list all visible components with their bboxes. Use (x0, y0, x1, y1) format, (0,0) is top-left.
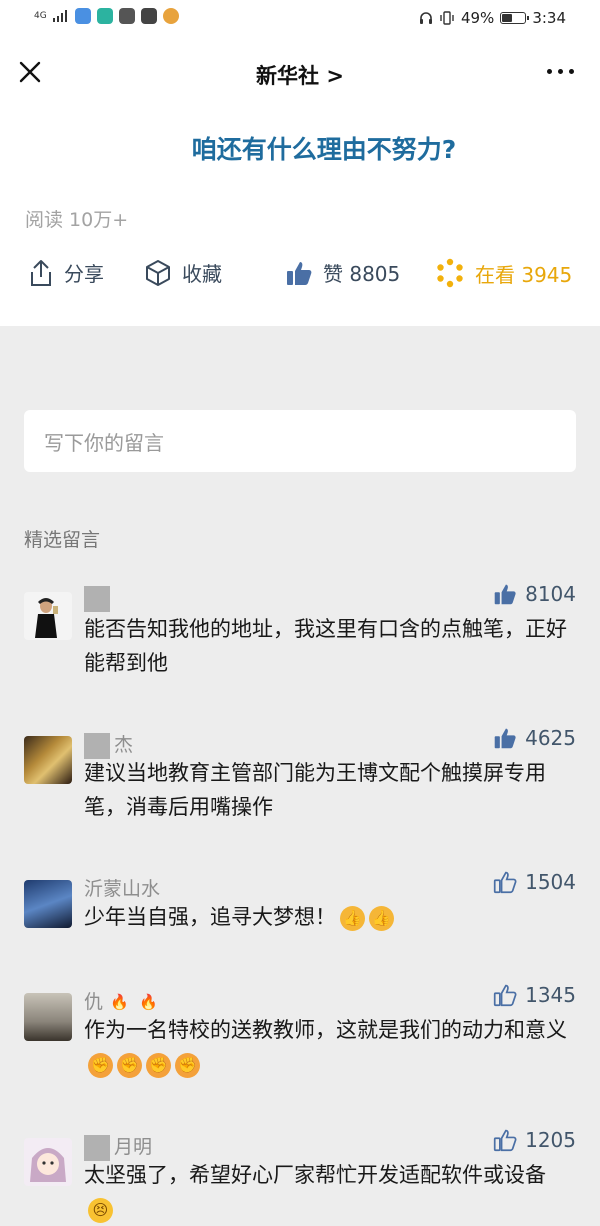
comment-text: 作为一名特校的送教教师，这就是我们的动力和意义✊ ✊ ✊ ✊ (84, 1013, 574, 1081)
status-bar: 4G 49% 3:34 (0, 0, 600, 36)
network-indicator: 4G (34, 10, 47, 21)
comment-like-button[interactable]: 1345 (493, 983, 576, 1007)
avatar[interactable] (24, 736, 72, 784)
avatar[interactable] (24, 1138, 72, 1186)
nav-bar: 新华社 > (0, 36, 600, 108)
commenter-name[interactable]: 月明 (84, 1132, 152, 1161)
thumbs-up-filled-icon (494, 728, 516, 749)
avatar[interactable] (24, 993, 72, 1041)
comment-like-button[interactable]: 1205 (493, 1128, 576, 1152)
collect-label: 收藏 (182, 262, 222, 286)
thumbs-up-emoji: 👍 (369, 905, 394, 931)
commenter-name[interactable]: 仇 🔥 🔥 (84, 987, 161, 1015)
battery-percent: 49% (460, 9, 495, 27)
thumbs-up-icon (287, 261, 312, 285)
more-icon[interactable] (547, 69, 574, 74)
blurred-name-mosaic (84, 732, 110, 759)
comment-like-button[interactable]: 1504 (493, 870, 576, 894)
like-count: 8104 (525, 582, 576, 606)
fire-emoji: 🔥 (110, 993, 129, 1011)
commenter-name[interactable]: 沂蒙山水 (84, 874, 160, 901)
collect-button[interactable]: 收藏 (144, 258, 222, 287)
blurred-name-mosaic (84, 1134, 110, 1161)
watch-button[interactable]: 在看 3945 (435, 258, 572, 288)
clock: 3:34 (532, 9, 566, 27)
comment-text: 少年当自强，追寻大梦想！ 👍 👍 (84, 900, 574, 934)
cloud-icon (118, 8, 135, 24)
commenter-name[interactable] (84, 586, 114, 612)
comment-placeholder: 写下你的留言 (44, 430, 164, 455)
fire-emoji: 🔥 (139, 993, 158, 1011)
account-title[interactable]: 新华社 > (0, 60, 600, 90)
sad-face-emoji: 😣 (88, 1197, 113, 1223)
article-actions: 分享 收藏 赞 8805 在看 3945 (0, 258, 600, 298)
image-icon (140, 8, 157, 24)
fist-emoji: ✊ (175, 1052, 200, 1078)
thumbs-up-outline-icon (493, 871, 517, 894)
share-button[interactable]: 分享 (28, 258, 104, 287)
comment-like-button[interactable]: 8104 (493, 582, 576, 606)
avatar[interactable] (24, 880, 72, 928)
fist-emoji: ✊ (146, 1052, 171, 1078)
thumbs-up-outline-icon (493, 1129, 517, 1152)
like-count: 4625 (525, 726, 576, 750)
avatar[interactable] (24, 592, 72, 640)
commenter-name[interactable]: 杰 (84, 730, 133, 759)
watching-icon (437, 258, 463, 288)
headphone-icon (419, 12, 432, 24)
comment-text: 能否告知我他的地址，我这里有口含的点触笔，正好能帮到他 (84, 617, 567, 675)
like-button[interactable]: 赞 8805 (285, 258, 400, 287)
like-label: 赞 8805 (323, 262, 401, 286)
fist-emoji: ✊ (88, 1052, 113, 1078)
comment-like-button[interactable]: 4625 (493, 726, 576, 750)
like-count: 1345 (525, 983, 576, 1007)
blurred-name-mosaic (84, 586, 110, 612)
comment-text: 太坚强了，希望好心厂家帮忙开发适配软件或设备😣 (84, 1158, 574, 1226)
read-count: 阅读 10万+ (25, 209, 129, 231)
app-notification-icon (74, 8, 91, 24)
fist-emoji: ✊ (117, 1052, 142, 1078)
article-footer: 咱还有什么理由不努力? 阅读 10万+ 分享 收藏 赞 8805 在看 3945 (0, 108, 600, 326)
battery-icon (500, 12, 530, 24)
thumbs-up-filled-icon (494, 584, 516, 605)
thumbs-up-outline-icon (493, 984, 517, 1007)
comment-text: 建议当地教育主管部门能为王博文配个触摸屏专用笔，消毒后用嘴操作 (84, 761, 546, 819)
share-icon (31, 259, 51, 286)
article-headline[interactable]: 咱还有什么理由不努力? (0, 130, 600, 166)
like-count: 1504 (525, 870, 576, 894)
comment-input[interactable]: 写下你的留言 (24, 410, 576, 472)
status-left: 4G (34, 8, 179, 24)
app-notification-icon (162, 8, 179, 24)
watch-label: 在看 3945 (475, 262, 573, 287)
app-notification-icon (96, 8, 113, 24)
featured-comments-label: 精选留言 (24, 529, 101, 551)
share-label: 分享 (64, 262, 104, 286)
thumbs-up-emoji: 👍 (340, 905, 365, 931)
like-count: 1205 (525, 1128, 576, 1152)
signal-icon (52, 10, 67, 22)
vibrate-icon (440, 11, 454, 25)
cube-icon (146, 259, 170, 286)
status-right: 49% 3:34 (419, 9, 566, 27)
